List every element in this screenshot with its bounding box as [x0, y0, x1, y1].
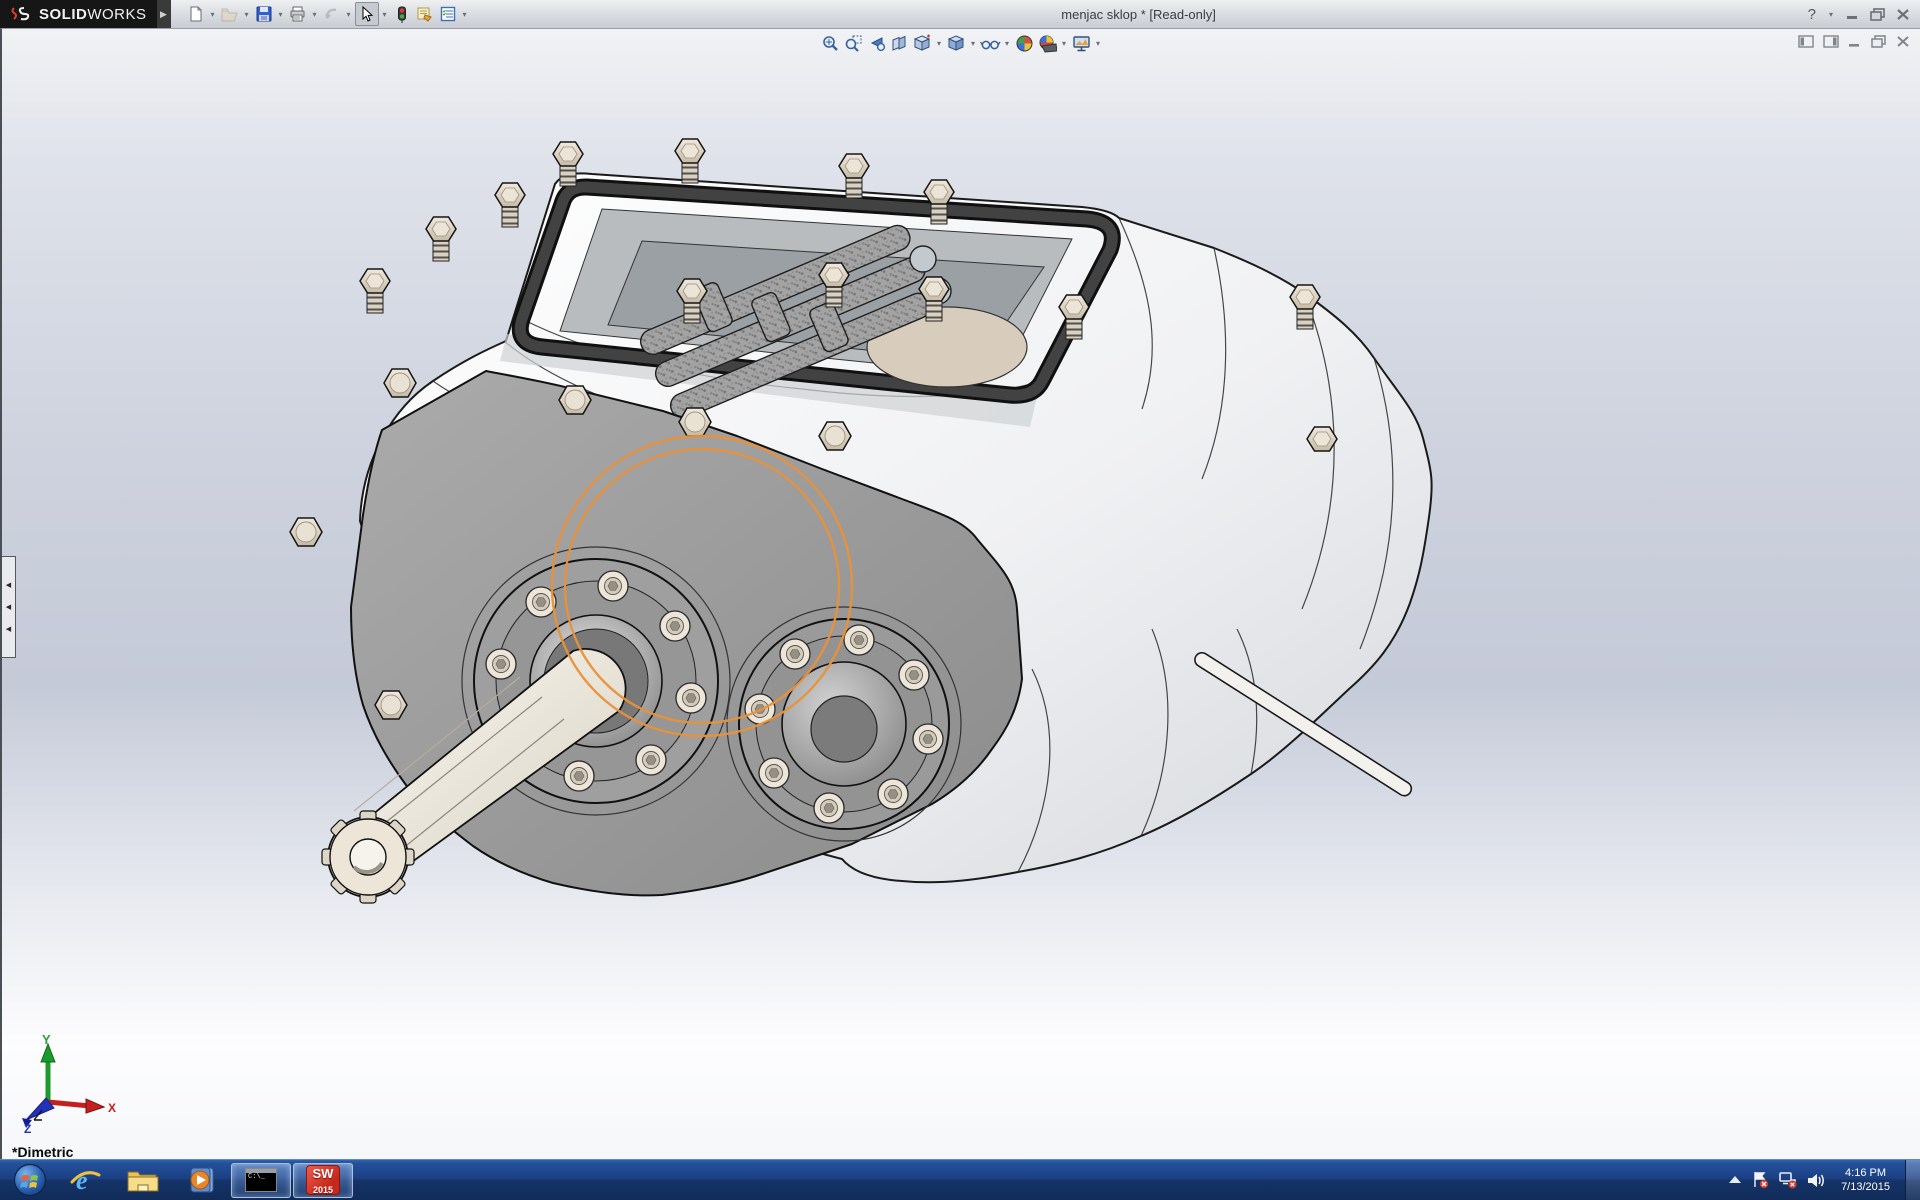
select-tool-icon[interactable]: [355, 2, 379, 26]
display-style-dropdown[interactable]: ▾: [968, 39, 978, 48]
restore-button[interactable]: [1870, 8, 1886, 21]
solidworks-2015-icon: SW 2015: [306, 1165, 340, 1195]
graphics-area[interactable]: ▾ ▾ ▾ ▾ ▾ ◀: [0, 28, 1920, 1160]
orientation-triad: Y X Z: [8, 1034, 118, 1134]
collapse-arrow-icon: ◀: [6, 626, 11, 633]
command-prompt-icon: C:\_: [245, 1168, 277, 1192]
open-dropdown[interactable]: ▾: [242, 10, 252, 19]
brand-text: SOLIDWORKS: [39, 6, 147, 23]
network-status-icon[interactable]: [1778, 1171, 1798, 1189]
apply-scene-icon[interactable]: [1036, 32, 1058, 54]
rebuild-icon[interactable]: [391, 3, 413, 25]
view-orientation-dropdown[interactable]: ▾: [934, 39, 944, 48]
save-icon[interactable]: [253, 3, 275, 25]
doc-restore-button[interactable]: [1871, 35, 1887, 48]
solidworks-logo-icon: [10, 5, 32, 23]
document-window-controls: [1798, 35, 1910, 48]
minimize-button[interactable]: [1846, 8, 1860, 20]
print-dropdown[interactable]: ▾: [310, 10, 320, 19]
hide-show-items-icon[interactable]: [979, 32, 1001, 54]
taskbar-internet-explorer[interactable]: e: [56, 1160, 114, 1200]
help-dropdown[interactable]: ▾: [1826, 10, 1836, 19]
hidden-icons-arrow[interactable]: [1728, 1175, 1742, 1185]
volume-icon[interactable]: [1807, 1172, 1826, 1189]
taskbar-media-player[interactable]: [172, 1160, 230, 1200]
taskbar-clock[interactable]: 4:16 PM 7/13/2015: [1835, 1166, 1896, 1194]
view-settings-dropdown[interactable]: ▾: [1093, 39, 1103, 48]
zoom-to-area-icon[interactable]: [842, 32, 864, 54]
standard-toolbar: ▾ ▾ ▾ ▾ ▾ ▾ ▾: [185, 2, 470, 26]
edit-appearance-icon[interactable]: [1013, 32, 1035, 54]
hide-show-dropdown[interactable]: ▾: [1002, 39, 1012, 48]
pane-right-icon[interactable]: [1823, 35, 1839, 48]
doc-minimize-button[interactable]: [1848, 36, 1862, 48]
system-tray: 4:16 PM 7/13/2015: [1728, 1160, 1920, 1200]
feature-pane-collapse-tab[interactable]: ◀ ◀ ◀: [2, 556, 16, 658]
undo-dropdown[interactable]: ▾: [344, 10, 354, 19]
new-document-icon[interactable]: [185, 3, 207, 25]
apply-scene-dropdown[interactable]: ▾: [1059, 39, 1069, 48]
section-view-icon[interactable]: [888, 32, 910, 54]
document-title: menjac sklop * [Read-only]: [470, 7, 1808, 22]
triad-x-label: X: [108, 1101, 116, 1115]
new-dropdown[interactable]: ▾: [208, 10, 218, 19]
undo-icon[interactable]: [321, 3, 343, 25]
pane-left-icon[interactable]: [1798, 35, 1814, 48]
taskbar-command-prompt[interactable]: C:\_: [231, 1163, 291, 1198]
zoom-to-fit-icon[interactable]: [819, 32, 841, 54]
clock-date: 7/13/2015: [1841, 1180, 1890, 1194]
collapse-arrow-icon: ◀: [6, 582, 11, 589]
view-orientation-label: *Dimetric: [12, 1144, 73, 1160]
bearing-cover[interactable]: [739, 619, 949, 829]
titlebar: SOLIDWORKS ▶ ▾ ▾ ▾ ▾ ▾ ▾: [0, 0, 1920, 29]
svg-text:e: e: [76, 1166, 88, 1195]
model-canvas[interactable]: [2, 29, 1920, 1160]
view-orientation-icon[interactable]: [911, 32, 933, 54]
options-icon[interactable]: [437, 3, 459, 25]
previous-view-icon[interactable]: [865, 32, 887, 54]
taskbar-solidworks-2015[interactable]: SW 2015: [293, 1163, 353, 1198]
solidworks-logo[interactable]: SOLIDWORKS: [0, 0, 157, 28]
clock-time: 4:16 PM: [1841, 1166, 1890, 1180]
taskbar: e C:\_: [0, 1159, 1920, 1200]
select-dropdown[interactable]: ▾: [380, 10, 390, 19]
start-button[interactable]: [4, 1160, 56, 1200]
display-style-icon[interactable]: [945, 32, 967, 54]
triad-y-label: Y: [42, 1034, 51, 1047]
doc-close-button[interactable]: [1896, 35, 1910, 48]
view-settings-icon[interactable]: [1070, 32, 1092, 54]
help-icon[interactable]: ?: [1808, 6, 1816, 23]
show-desktop-button[interactable]: [1905, 1160, 1920, 1200]
close-button[interactable]: [1896, 8, 1910, 21]
print-icon[interactable]: [287, 3, 309, 25]
options-dropdown[interactable]: ▾: [460, 10, 470, 19]
file-properties-icon[interactable]: [414, 3, 436, 25]
triad-z-label: Z: [24, 1122, 31, 1134]
collapse-arrow-icon: ◀: [6, 604, 11, 611]
window-controls: ? ▾: [1808, 6, 1920, 23]
menu-expand-arrow[interactable]: ▶: [157, 0, 171, 28]
headsup-toolbar: ▾ ▾ ▾ ▾ ▾: [819, 32, 1103, 54]
open-document-icon[interactable]: [219, 3, 241, 25]
taskbar-file-explorer[interactable]: [114, 1160, 172, 1200]
solidworks-window: SOLIDWORKS ▶ ▾ ▾ ▾ ▾ ▾ ▾: [0, 0, 1920, 1200]
splined-shaft-end[interactable]: [322, 811, 414, 903]
action-center-flag-icon[interactable]: [1751, 1171, 1769, 1189]
save-dropdown[interactable]: ▾: [276, 10, 286, 19]
